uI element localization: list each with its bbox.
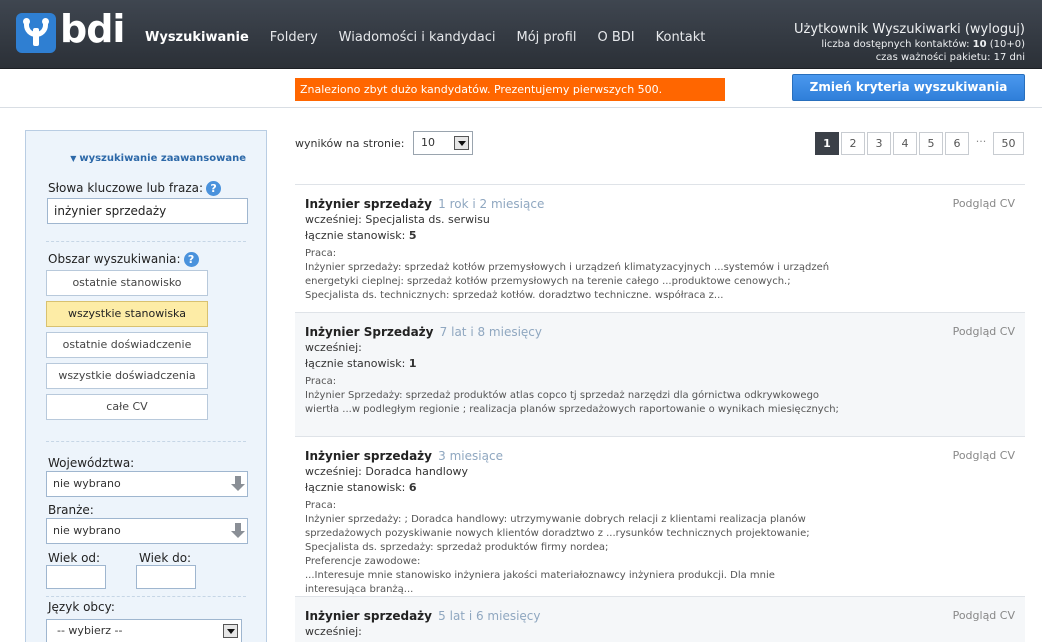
area-last-experience[interactable]: ostatnie doświadczenie [46, 332, 208, 358]
too-many-results-notice: Znaleziono zbyt dużo kandydatów. Prezent… [295, 78, 725, 101]
page-ellipsis: ··· [975, 135, 987, 148]
divider [46, 596, 246, 597]
result-snippet: Specjalista ds. technicznych: sprzedaż k… [305, 290, 724, 301]
logo-text: bdi [60, 7, 125, 51]
result-title[interactable]: Inżynier sprzedaży 3 miesiące [305, 449, 503, 463]
select-arrow-icon [223, 624, 238, 638]
result-previous: wcześniej: Specjalista ds. serwisu [305, 213, 490, 226]
voivodeship-dropdown[interactable]: nie wybrano [46, 471, 248, 497]
result-positions: łącznie stanowisk: 1 [305, 357, 417, 370]
result-item: Inżynier Sprzedaży 7 lat i 8 miesięcy Po… [295, 312, 1025, 436]
age-to-input[interactable] [136, 565, 196, 589]
perpage-select[interactable]: 10 [413, 131, 473, 155]
result-snippet: Inżynier sprzedaży: ; Doradca handlowy: … [305, 514, 806, 525]
help-icon[interactable]: ? [206, 181, 222, 196]
page-4[interactable]: 4 [893, 132, 917, 155]
help-icon[interactable]: ? [183, 252, 199, 267]
page-5[interactable]: 5 [919, 132, 943, 155]
page-50[interactable]: 50 [993, 132, 1024, 155]
work-label: Praca: [305, 376, 337, 387]
result-previous: wcześniej: Doradca handlowy [305, 465, 469, 478]
result-positions: łącznie stanowisk: 6 [305, 481, 417, 494]
result-previous: wcześniej: [305, 341, 362, 354]
work-label: Praca: [305, 248, 337, 259]
main-nav: Wyszukiwanie Foldery Wiadomości i kandyd… [145, 30, 726, 45]
result-snippet: Specjalista ds. sprzedaży: sprzedaż prod… [305, 542, 609, 553]
result-snippet: ...Interesuje mnie stanowisko inżyniera … [305, 570, 775, 581]
result-item: Inżynier sprzedaży 5 lat i 6 miesięcy Po… [295, 596, 1025, 642]
page-6[interactable]: 6 [945, 132, 969, 155]
page-2[interactable]: 2 [841, 132, 865, 155]
notice-strip: Znaleziono zbyt dużo kandydatów. Prezent… [0, 70, 1042, 108]
nav-folders[interactable]: Foldery [270, 30, 318, 45]
result-title[interactable]: Inżynier Sprzedaży 7 lat i 8 miesięcy [305, 325, 542, 339]
triangle-down-icon: ▼ [70, 154, 77, 163]
bdi-logo[interactable]: bdi [16, 7, 125, 53]
cv-preview-link[interactable]: Podgląd CV [953, 325, 1015, 338]
language-select[interactable]: -- wybierz -- [46, 619, 242, 642]
search-sidebar: ▼ wyszukiwanie zaawansowane Słowa kluczow… [25, 130, 267, 642]
language-label: Język obcy: [48, 600, 115, 614]
area-last-position[interactable]: ostatnie stanowisko [46, 270, 208, 296]
result-snippet: Inżynier sprzedaży: sprzedaż kotłów prze… [305, 262, 830, 273]
logo-person-icon [16, 13, 56, 53]
voivodeship-label: Województwa: [48, 456, 135, 470]
cv-preview-link[interactable]: Podgląd CV [953, 609, 1015, 622]
user-name-logout[interactable]: Użytkownik Wyszukiwarki (wyloguj) [794, 22, 1025, 37]
top-navigation-bar: bdi Wyszukiwanie Foldery Wiadomości i ka… [0, 0, 1042, 69]
result-snippet: sprzedażowych pozyskiwanie nowych klient… [305, 528, 810, 539]
industry-dropdown[interactable]: nie wybrano [46, 518, 248, 544]
nav-messages[interactable]: Wiadomości i kandydaci [339, 30, 496, 45]
result-title[interactable]: Inżynier sprzedaży 5 lat i 6 miesięcy [305, 609, 541, 623]
page-1[interactable]: 1 [815, 132, 839, 155]
keywords-label: Słowa kluczowe lub fraza:? [48, 181, 222, 196]
industry-label: Branże: [48, 503, 94, 517]
keywords-input[interactable]: inżynier sprzedaży [47, 198, 248, 224]
nav-profile[interactable]: Mój profil [516, 30, 576, 45]
select-arrow-icon [454, 136, 469, 150]
result-previous: wcześniej: [305, 625, 362, 638]
age-to-label: Wiek do: [139, 551, 192, 565]
result-positions: łącznie stanowisk: 5 [305, 229, 417, 242]
result-item: Inżynier sprzedaży 1 rok i 2 miesiące Po… [295, 184, 1025, 312]
nav-search[interactable]: Wyszukiwanie [145, 30, 249, 45]
arrow-down-icon [231, 523, 245, 539]
result-snippet: energetyki cieplnej: sprzedaż kotłów prz… [305, 276, 791, 287]
result-snippet: interesująca branżą... [305, 584, 414, 595]
result-snippet: wiertła ...w podległym regionie ; realiz… [305, 404, 839, 415]
result-snippet: Preferencje zawodowe: [305, 556, 421, 567]
cv-preview-link[interactable]: Podgląd CV [953, 197, 1015, 210]
result-snippet: Inżynier Sprzedaży: sprzedaż produktów a… [305, 390, 820, 401]
change-criteria-button[interactable]: Zmień kryteria wyszukiwania [792, 74, 1025, 101]
area-whole-cv[interactable]: całe CV [46, 394, 208, 420]
area-all-experience[interactable]: wszystkie doświadczenia [46, 363, 208, 389]
nav-about[interactable]: O BDI [597, 30, 634, 45]
advanced-search-toggle[interactable]: ▼ wyszukiwanie zaawansowane [70, 153, 246, 164]
divider [46, 441, 246, 442]
perpage-label: wyników na stronie: [295, 137, 405, 150]
area-all-positions[interactable]: wszystkie stanowiska [46, 301, 208, 327]
nav-contact[interactable]: Kontakt [656, 30, 706, 45]
divider [46, 241, 246, 242]
package-validity: czas ważności pakietu: 17 dni [875, 52, 1025, 63]
arrow-down-icon [231, 476, 245, 492]
result-item: Inżynier sprzedaży 3 miesiące Podgląd CV… [295, 436, 1025, 596]
page-3[interactable]: 3 [867, 132, 891, 155]
result-title[interactable]: Inżynier sprzedaży 1 rok i 2 miesiące [305, 197, 544, 211]
cv-preview-link[interactable]: Podgląd CV [953, 449, 1015, 462]
user-info: Użytkownik Wyszukiwarki (wyloguj) liczba… [794, 22, 1025, 63]
age-from-label: Wiek od: [48, 551, 101, 565]
search-area-label: Obszar wyszukiwania:? [48, 252, 199, 267]
work-label: Praca: [305, 500, 337, 511]
contacts-count: liczba dostępnych kontaktów: 10 (10+0) [821, 39, 1025, 50]
age-from-input[interactable] [46, 565, 106, 589]
